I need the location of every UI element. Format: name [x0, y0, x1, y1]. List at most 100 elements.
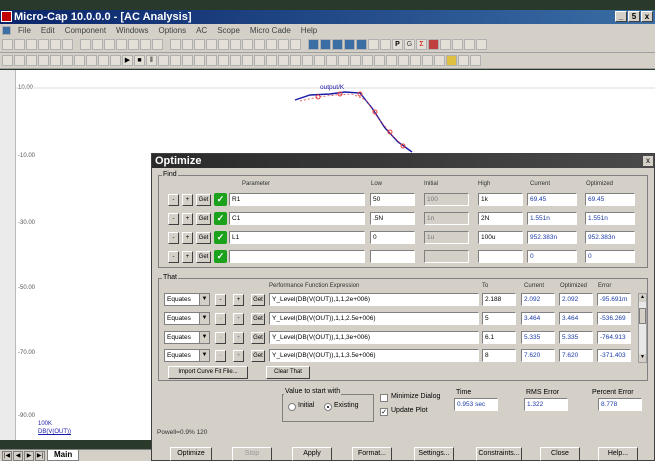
- tool-23-icon[interactable]: [266, 55, 277, 66]
- next-tab-icon[interactable]: ▶: [24, 451, 34, 461]
- tool-27-icon[interactable]: [314, 55, 325, 66]
- new-icon[interactable]: [2, 39, 13, 50]
- check-icon[interactable]: ✓: [214, 212, 227, 225]
- ground-icon[interactable]: [218, 39, 229, 50]
- menu-scope[interactable]: Scope: [212, 26, 245, 35]
- that-scrollbar[interactable]: ▲ ▼: [638, 293, 647, 363]
- initial-radio[interactable]: [288, 403, 296, 411]
- scroll-thumb[interactable]: [639, 308, 646, 324]
- tool-20-icon[interactable]: [230, 55, 241, 66]
- check-icon[interactable]: ✓: [214, 193, 227, 206]
- find-row-plus-button[interactable]: +: [182, 213, 193, 225]
- settings-button[interactable]: Settings...: [414, 447, 454, 461]
- tool-15-icon[interactable]: [170, 55, 181, 66]
- find-row-plus-button[interactable]: +: [182, 194, 193, 206]
- clear-that-button[interactable]: Clear That: [266, 366, 310, 379]
- opamp-icon[interactable]: [254, 39, 265, 50]
- print-icon[interactable]: [50, 39, 61, 50]
- print-preview-icon[interactable]: [62, 39, 73, 50]
- that-row-get-button[interactable]: Get: [251, 350, 265, 362]
- find-row-get-button[interactable]: Get: [196, 194, 211, 206]
- layout-3-icon[interactable]: [332, 39, 343, 50]
- inductor-icon[interactable]: [194, 39, 205, 50]
- param-field[interactable]: C1: [229, 212, 365, 225]
- layout-1-icon[interactable]: [308, 39, 319, 50]
- play-icon[interactable]: ▶: [122, 55, 133, 66]
- page-icon[interactable]: P: [392, 39, 403, 50]
- existing-radio[interactable]: [324, 403, 332, 411]
- diode-icon[interactable]: [206, 39, 217, 50]
- last-tab-icon[interactable]: ▶|: [35, 451, 45, 461]
- find-icon[interactable]: [152, 39, 163, 50]
- tool-39-icon[interactable]: [458, 55, 469, 66]
- that-row-plus-button[interactable]: +: [233, 294, 244, 306]
- text-icon[interactable]: [98, 55, 109, 66]
- expression-field[interactable]: Y_Level(DB(V(OUT)),1,1,2e+006): [269, 293, 479, 306]
- menu-ac[interactable]: AC: [191, 26, 212, 35]
- to-field[interactable]: 5: [482, 312, 516, 325]
- optimize-button[interactable]: Optimize: [170, 447, 212, 461]
- menu-options[interactable]: Options: [154, 26, 192, 35]
- dialog-close-icon[interactable]: x: [643, 156, 653, 166]
- that-row-minus-button[interactable]: -: [215, 313, 226, 325]
- high-field[interactable]: 2N: [478, 212, 523, 225]
- find-row-get-button[interactable]: Get: [196, 232, 211, 244]
- tool-22-icon[interactable]: [254, 55, 265, 66]
- that-row-plus-button[interactable]: +: [233, 313, 244, 325]
- expression-field[interactable]: Y_Level(DB(V(OUT)),1,1,2.5e+006): [269, 312, 479, 325]
- cut-icon[interactable]: [104, 39, 115, 50]
- line-icon[interactable]: [110, 55, 121, 66]
- edit-icon[interactable]: [464, 39, 475, 50]
- sigma-icon[interactable]: Σ: [416, 39, 427, 50]
- that-row-minus-button[interactable]: -: [215, 350, 226, 362]
- tool-16-icon[interactable]: [182, 55, 193, 66]
- redo-icon[interactable]: [92, 39, 103, 50]
- find-row-get-button[interactable]: Get: [196, 251, 211, 263]
- layout-4-icon[interactable]: [344, 39, 355, 50]
- delete-icon[interactable]: [140, 39, 151, 50]
- save-icon[interactable]: [26, 39, 37, 50]
- layout-2-icon[interactable]: [320, 39, 331, 50]
- tool-36-icon[interactable]: [422, 55, 433, 66]
- that-row-plus-button[interactable]: +: [233, 332, 244, 344]
- tool-18-icon[interactable]: [206, 55, 217, 66]
- mode-dropdown[interactable]: Equates ▼: [164, 349, 210, 362]
- tool-24-icon[interactable]: [278, 55, 289, 66]
- find-row-plus-button[interactable]: +: [182, 232, 193, 244]
- save-all-icon[interactable]: [38, 39, 49, 50]
- format-button[interactable]: Format...: [352, 447, 392, 461]
- mode-dropdown[interactable]: Equates ▼: [164, 312, 210, 325]
- resistor-icon[interactable]: [170, 39, 181, 50]
- stepping-icon[interactable]: [452, 39, 463, 50]
- minimize-dialog-checkbox[interactable]: [380, 394, 388, 402]
- tool-19-icon[interactable]: [218, 55, 229, 66]
- mode-dropdown[interactable]: Equates ▼: [164, 293, 210, 306]
- tool-40-icon[interactable]: [470, 55, 481, 66]
- window-icon[interactable]: [368, 39, 379, 50]
- tool-35-icon[interactable]: [410, 55, 421, 66]
- tool-34-icon[interactable]: [398, 55, 409, 66]
- undo-icon[interactable]: [80, 39, 91, 50]
- that-row-get-button[interactable]: Get: [251, 332, 265, 344]
- check-icon[interactable]: ✓: [214, 250, 227, 263]
- palette-icon[interactable]: [446, 55, 457, 66]
- to-field[interactable]: 2.188: [482, 293, 516, 306]
- battery-icon[interactable]: [230, 39, 241, 50]
- close-icon[interactable]: x: [641, 11, 653, 22]
- document-icon[interactable]: [2, 26, 11, 35]
- tool-25-icon[interactable]: [290, 55, 301, 66]
- find-row-minus-button[interactable]: -: [168, 213, 179, 225]
- that-row-minus-button[interactable]: -: [215, 332, 226, 344]
- tool-28-icon[interactable]: [326, 55, 337, 66]
- constraints-button[interactable]: Constraints...: [476, 447, 522, 461]
- scroll-down-icon[interactable]: ▼: [639, 354, 646, 362]
- that-row-minus-button[interactable]: -: [215, 294, 226, 306]
- to-field[interactable]: 6.1: [482, 331, 516, 344]
- first-tab-icon[interactable]: |◀: [2, 451, 12, 461]
- menu-windows[interactable]: Windows: [111, 26, 153, 35]
- menu-help[interactable]: Help: [296, 26, 322, 35]
- open-icon[interactable]: [14, 39, 25, 50]
- layout-5-icon[interactable]: [356, 39, 367, 50]
- panel-icon[interactable]: [380, 39, 391, 50]
- tool-32-icon[interactable]: [374, 55, 385, 66]
